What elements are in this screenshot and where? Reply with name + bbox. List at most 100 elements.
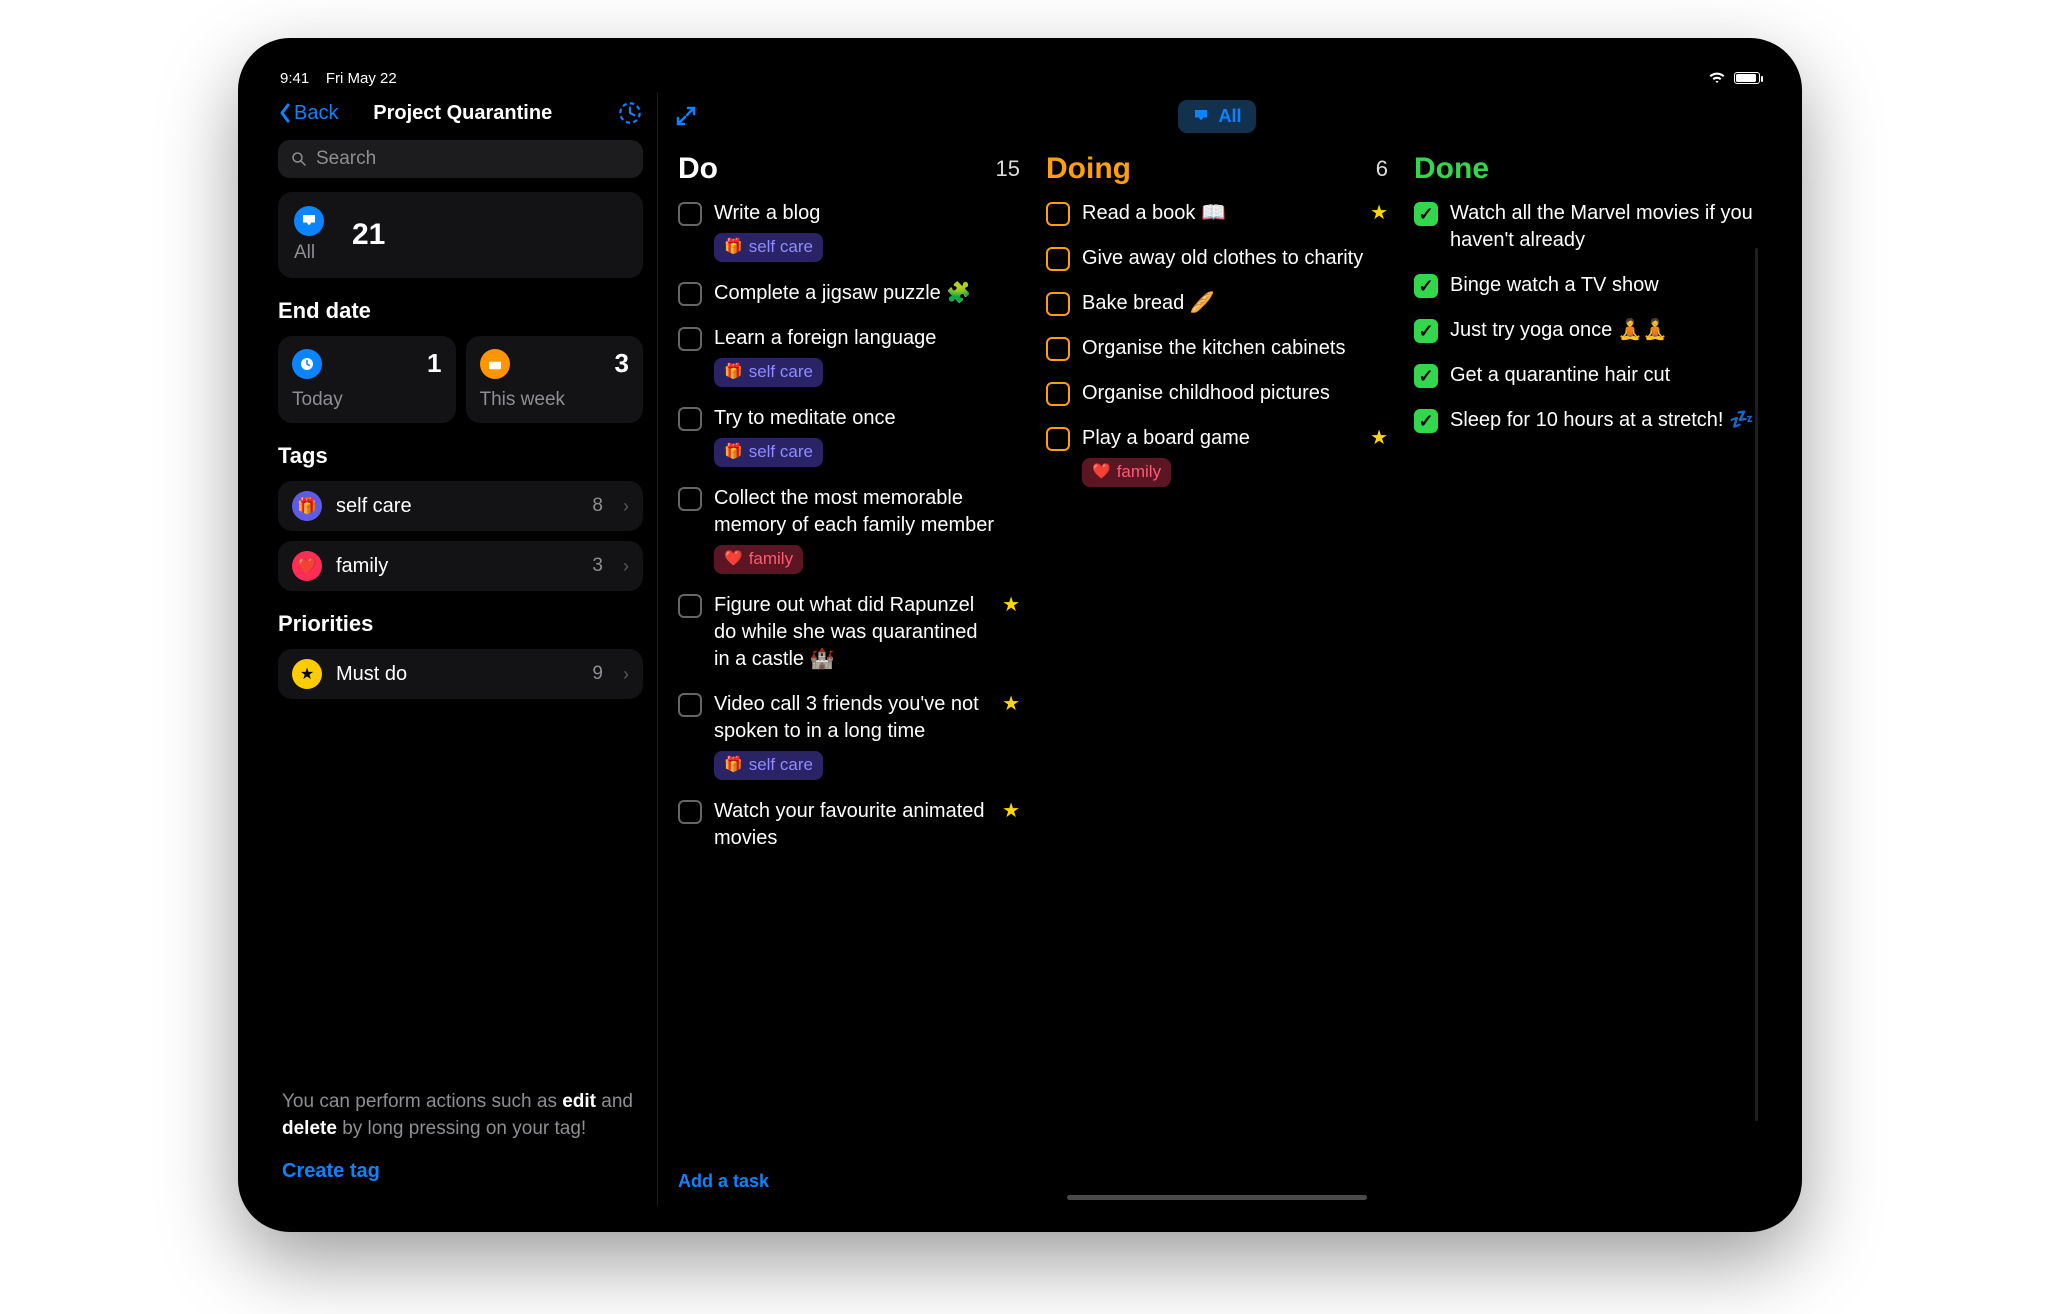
task-checkbox[interactable]: ✓: [1414, 274, 1438, 298]
task-checkbox[interactable]: [1046, 382, 1070, 406]
week-count: 3: [615, 348, 629, 379]
task-item[interactable]: Try to meditate once🎁self care: [678, 405, 1020, 467]
scroll-indicator: [1755, 248, 1758, 1121]
task-tag-chip: 🎁self care: [714, 233, 823, 262]
task-item[interactable]: Read a book 📖★: [1046, 200, 1388, 227]
task-item[interactable]: Complete a jigsaw puzzle 🧩: [678, 280, 1020, 307]
inbox-icon: [294, 206, 324, 236]
task-checkbox[interactable]: [678, 487, 702, 511]
sidebar-tag-item[interactable]: ❤️ family 3 ›: [278, 541, 643, 591]
sidebar-priority-item[interactable]: ★ Must do 9 ›: [278, 649, 643, 699]
task-item[interactable]: Write a blog 🎁self care: [678, 200, 1020, 262]
task-text: Video call 3 friends you've not spoken t…: [714, 691, 990, 745]
status-left: 9:41 Fri May 22: [280, 70, 397, 87]
create-tag-button[interactable]: Create tag: [282, 1157, 639, 1186]
status-date: Fri May 22: [326, 70, 397, 87]
task-checkbox[interactable]: [1046, 292, 1070, 316]
task-item[interactable]: Video call 3 friends you've not spoken t…: [678, 691, 1020, 780]
task-text: Binge watch a TV show: [1450, 272, 1756, 299]
task-checkbox[interactable]: [678, 202, 702, 226]
task-text: Write a blog: [714, 200, 1020, 227]
task-checkbox[interactable]: [678, 407, 702, 431]
task-text: Collect the most memorable memory of eac…: [714, 485, 1020, 539]
task-item[interactable]: ✓Sleep for 10 hours at a stretch! 💤: [1414, 407, 1756, 434]
inbox-icon: [1192, 107, 1210, 125]
task-checkbox[interactable]: [678, 693, 702, 717]
task-checkbox[interactable]: ✓: [1414, 409, 1438, 433]
task-checkbox[interactable]: [1046, 202, 1070, 226]
task-checkbox[interactable]: [678, 282, 702, 306]
task-body: Watch your favourite animated movies: [714, 798, 990, 852]
enddate-cards: 1 Today 3 This week: [274, 336, 647, 423]
tag-icon: 🎁: [292, 491, 322, 521]
all-card[interactable]: All 21: [278, 192, 643, 278]
task-checkbox[interactable]: [678, 327, 702, 351]
week-card[interactable]: 3 This week: [466, 336, 644, 423]
task-checkbox[interactable]: [1046, 337, 1070, 361]
task-item[interactable]: Play a board game❤️family★: [1046, 425, 1388, 487]
ipad-frame: 9:41 Fri May 22 Back Project Qu: [240, 40, 1800, 1230]
task-item[interactable]: Bake bread 🥖: [1046, 290, 1388, 317]
task-item[interactable]: Figure out what did Rapunzel do while sh…: [678, 592, 1020, 673]
today-card[interactable]: 1 Today: [278, 336, 456, 423]
task-item[interactable]: Watch your favourite animated movies★: [678, 798, 1020, 852]
task-tag-chip: ❤️family: [1082, 458, 1171, 487]
task-item[interactable]: ✓ Get a quarantine hair cut: [1414, 362, 1756, 389]
column-doing: Doing6 Read a book 📖★Give away old cloth…: [1042, 148, 1392, 1161]
tag-icon: ❤️: [292, 551, 322, 581]
task-checkbox[interactable]: ✓: [1414, 364, 1438, 388]
task-item[interactable]: Organise childhood pictures: [1046, 380, 1388, 407]
column-done: Done ✓Watch all the Marvel movies if you…: [1410, 148, 1760, 1161]
task-checkbox[interactable]: ✓: [1414, 202, 1438, 226]
task-checkbox[interactable]: [1046, 427, 1070, 451]
task-body: Figure out what did Rapunzel do while sh…: [714, 592, 990, 673]
task-item[interactable]: ✓Watch all the Marvel movies if you have…: [1414, 200, 1756, 254]
history-icon[interactable]: [617, 100, 643, 126]
task-checkbox[interactable]: [1046, 247, 1070, 271]
task-tag-chip: 🎁self care: [714, 358, 823, 387]
column-do: Do15 Write a blog🎁self careComplete a ji…: [674, 148, 1024, 1161]
today-count: 1: [427, 348, 441, 379]
task-text: Watch your favourite animated movies: [714, 798, 990, 852]
sidebar-footer: You can perform actions such as edit and…: [274, 1072, 647, 1206]
all-count: 21: [352, 218, 385, 252]
status-right: [1708, 71, 1760, 85]
priorities-heading: Priorities: [278, 611, 643, 637]
task-checkbox[interactable]: ✓: [1414, 319, 1438, 343]
task-tag-chip: 🎁self care: [714, 751, 823, 780]
task-text: Get a quarantine hair cut: [1450, 362, 1756, 389]
search-input[interactable]: Search: [278, 140, 643, 178]
battery-icon: [1734, 72, 1760, 84]
task-item[interactable]: Give away old clothes to charity: [1046, 245, 1388, 272]
calendar-icon: [480, 349, 510, 379]
star-icon: ★: [1002, 592, 1020, 673]
task-checkbox[interactable]: [678, 800, 702, 824]
task-checkbox[interactable]: [678, 594, 702, 618]
task-body: Play a board game❤️family: [1082, 425, 1358, 487]
filter-all-chip[interactable]: All: [1178, 100, 1255, 133]
task-body: Just try yoga once 🧘🧘: [1450, 317, 1756, 344]
task-item[interactable]: Organise the kitchen cabinets: [1046, 335, 1388, 362]
task-body: Learn a foreign language🎁self care: [714, 325, 1020, 387]
main: All Do15 Write a blog🎁self careComplete …: [658, 92, 1776, 1206]
expand-icon[interactable]: [674, 104, 698, 128]
status-bar: 9:41 Fri May 22: [264, 64, 1776, 92]
task-item[interactable]: Learn a foreign language🎁self care: [678, 325, 1020, 387]
tag-label: self care: [336, 495, 578, 518]
task-text: Read a book 📖: [1082, 200, 1358, 227]
status-time: 9:41: [280, 70, 309, 87]
task-text: Complete a jigsaw puzzle 🧩: [714, 280, 1020, 307]
task-item[interactable]: ✓ Just try yoga once 🧘🧘: [1414, 317, 1756, 344]
home-indicator: [1067, 1195, 1367, 1200]
column-done-title: Done: [1414, 152, 1489, 186]
task-item[interactable]: Collect the most memorable memory of eac…: [678, 485, 1020, 574]
task-body: Bake bread 🥖: [1082, 290, 1388, 317]
hint-text: You can perform actions such as edit and…: [282, 1091, 633, 1140]
priority-list: ★ Must do 9 ›: [274, 649, 647, 699]
sidebar-tag-item[interactable]: 🎁 self care 8 ›: [278, 481, 643, 531]
star-icon: ★: [292, 659, 322, 689]
column-doing-count: 6: [1376, 156, 1388, 182]
task-item[interactable]: ✓ Binge watch a TV show: [1414, 272, 1756, 299]
priority-label: Must do: [336, 663, 578, 686]
task-body: Video call 3 friends you've not spoken t…: [714, 691, 990, 780]
